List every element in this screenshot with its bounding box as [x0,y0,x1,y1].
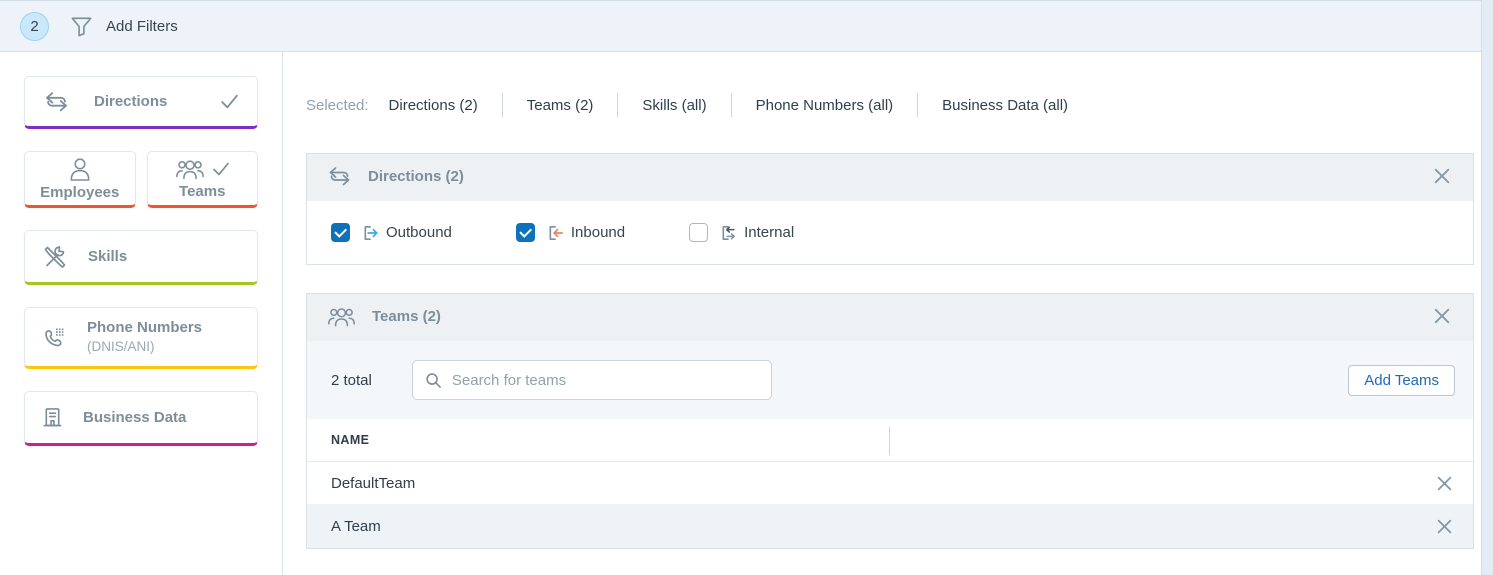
summary-divider [917,93,918,117]
option-inbound[interactable]: Inbound [516,223,625,242]
sidebar-item-label: Teams [179,183,225,200]
remove-team-icon[interactable] [1435,517,1454,536]
sidebar-item-employees[interactable]: Employees [24,151,136,208]
remove-team-icon[interactable] [1435,474,1454,493]
add-filters-label[interactable]: Add Filters [106,18,178,35]
column-resize-handle[interactable] [889,427,890,455]
funnel-icon [70,15,93,38]
option-outbound[interactable]: Outbound [331,223,452,242]
internal-icon [720,224,739,242]
table-row: DefaultTeam [307,462,1473,505]
teams-search-input[interactable] [452,372,759,389]
teams-controls-bar: 2 total Add Teams [307,341,1473,419]
people-group-icon [175,158,205,180]
summary-item-phone-numbers: Phone Numbers (all) [756,97,894,114]
summary-divider [502,93,503,117]
summary-divider [731,93,732,117]
option-label: Internal [744,224,794,241]
people-group-icon [327,306,356,327]
option-label: Inbound [571,224,625,241]
selected-summary-bar: Selected: Directions (2) Teams (2) Skill… [306,93,1474,117]
check-icon [220,94,239,109]
filter-topbar: 2 Add Filters [0,0,1493,52]
close-icon[interactable] [1432,166,1452,186]
team-name: DefaultTeam [331,475,415,492]
option-internal[interactable]: Internal [689,223,794,242]
building-icon [42,406,63,429]
summary-item-teams: Teams (2) [527,97,594,114]
teams-panel-header: Teams (2) [307,294,1473,341]
outbound-icon [362,224,381,242]
sidebar-item-teams[interactable]: Teams [147,151,259,208]
summary-item-business-data: Business Data (all) [942,97,1068,114]
option-label: Outbound [386,224,452,241]
add-teams-button[interactable]: Add Teams [1348,365,1455,396]
sidebar-item-label: Skills [88,248,127,265]
selected-label: Selected: [306,97,369,114]
tools-icon [42,244,68,270]
directions-panel-title: Directions (2) [368,168,464,185]
sidebar-item-label: Phone Numbers [87,319,202,336]
table-row: A Team [307,505,1473,548]
directions-options: Outbound Inbound [307,201,1473,264]
sidebar-item-label: Business Data [83,409,186,426]
teams-panel-title: Teams (2) [372,308,441,325]
inbound-checkbox[interactable] [516,223,535,242]
sidebar-item-phone-numbers[interactable]: Phone Numbers (DNIS/ANI) [24,307,258,369]
close-icon[interactable] [1432,306,1452,326]
summary-item-skills: Skills (all) [642,97,706,114]
directions-panel-header: Directions (2) [307,154,1473,201]
internal-checkbox[interactable] [689,223,708,242]
summary-item-directions: Directions (2) [389,97,478,114]
filter-category-sidebar: Directions Employees [0,52,283,575]
sidebar-item-label: Directions [94,93,167,110]
teams-panel: Teams (2) 2 total Add Teams NAME [306,293,1474,549]
teams-table-header: NAME [307,419,1473,462]
search-icon [425,372,442,389]
swap-arrows-icon [43,91,70,112]
scrollbar-track[interactable] [1481,0,1493,575]
inbound-icon [547,224,566,242]
column-header-name: NAME [331,433,369,447]
check-icon [212,162,230,176]
summary-divider [617,93,618,117]
team-name: A Team [331,518,381,535]
teams-search-box [412,360,772,400]
filter-detail-area: Selected: Directions (2) Teams (2) Skill… [283,52,1493,575]
person-icon [69,157,91,181]
sidebar-item-directions[interactable]: Directions [24,76,258,129]
directions-panel: Directions (2) Outbound [306,153,1474,265]
swap-arrows-icon [327,166,352,186]
sidebar-item-sublabel: (DNIS/ANI) [87,339,155,354]
sidebar-item-business-data[interactable]: Business Data [24,391,258,446]
outbound-checkbox[interactable] [331,223,350,242]
sidebar-item-label: Employees [40,184,119,201]
teams-total-count: 2 total [331,372,372,389]
phone-keypad-icon [42,325,67,349]
filter-count-badge: 2 [20,12,49,41]
sidebar-item-skills[interactable]: Skills [24,230,258,285]
